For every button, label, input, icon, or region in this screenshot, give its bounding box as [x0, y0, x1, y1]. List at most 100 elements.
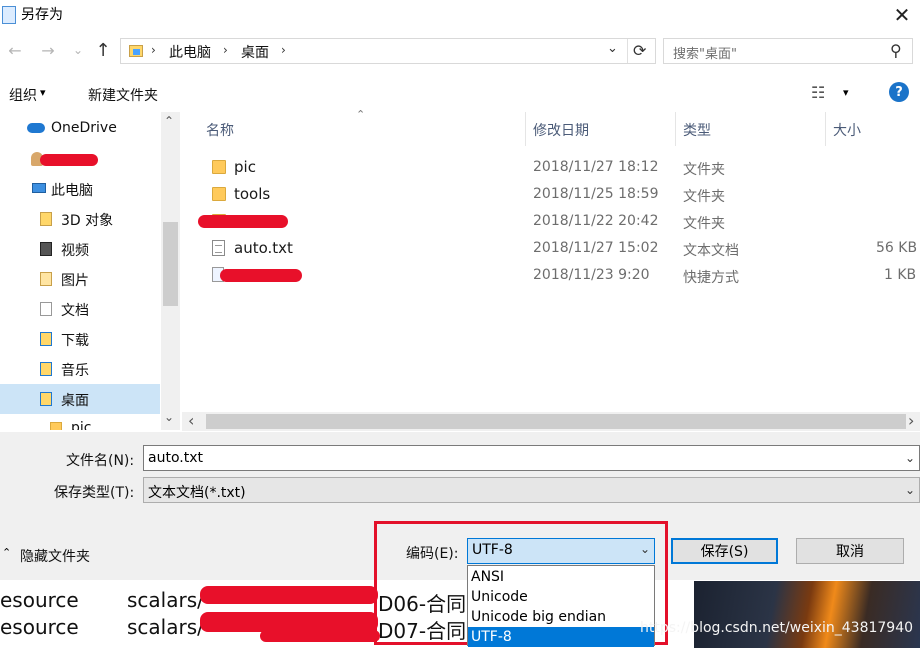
sidebar-item-label: 视频 [61, 243, 89, 259]
sidebar-item-label: pic [71, 420, 92, 430]
back-button[interactable]: ← [3, 38, 27, 62]
refresh-icon[interactable]: ⟳ [633, 41, 646, 60]
download-icon [40, 332, 52, 346]
sidebar-item-label: 图片 [61, 273, 89, 289]
file-type: 文件夹 [683, 216, 725, 232]
chevron-down-icon[interactable]: ⌄ [640, 542, 650, 556]
background-text: D07-合同 [378, 619, 467, 643]
sidebar-item-label: 3D 对象 [61, 213, 114, 229]
sidebar-item-downloads[interactable]: 下载 [0, 324, 160, 354]
search-input[interactable]: 搜索"桌面" [673, 43, 737, 62]
file-row[interactable]: auto.txt 2018/11/27 15:02 文本文档 56 KB [182, 235, 920, 262]
breadcrumb-item-desktop[interactable]: 桌面 [241, 42, 269, 62]
encoding-select[interactable]: UTF-8 ⌄ [467, 538, 655, 564]
sidebar-item-video[interactable]: 视频 [0, 234, 160, 264]
redaction-mark [220, 269, 302, 282]
sidebar-item-label: 音乐 [61, 363, 89, 379]
notepad-icon [2, 6, 16, 24]
encoding-dropdown-list: ANSI Unicode Unicode big endian UTF-8 [467, 565, 655, 647]
column-date-modified[interactable]: 修改日期 [533, 120, 589, 140]
encoding-option-ansi[interactable]: ANSI [468, 567, 654, 587]
file-size: 56 KB [876, 240, 918, 256]
column-size[interactable]: 大小 [833, 120, 861, 140]
sidebar-item-label: 此电脑 [51, 183, 93, 199]
encoding-option-unicode-big-endian[interactable]: Unicode big endian [468, 607, 654, 627]
divider [627, 39, 628, 63]
computer-icon [32, 183, 46, 193]
sidebar-item-label: 桌面 [61, 393, 89, 409]
new-folder-button[interactable]: 新建文件夹 [88, 85, 158, 105]
search-box[interactable]: 搜索"桌面" ⚲ [663, 38, 913, 64]
organize-button[interactable]: 组织 [9, 85, 37, 105]
encoding-option-unicode[interactable]: Unicode [468, 587, 654, 607]
redaction-mark [40, 154, 98, 166]
file-date: 2018/11/25 18:59 [533, 186, 659, 202]
sidebar-scroll-thumb[interactable] [163, 222, 178, 306]
breadcrumb-item-this-pc[interactable]: 此电脑 [169, 42, 211, 62]
sidebar-item-3d-objects[interactable]: 3D 对象 [0, 204, 160, 234]
breadcrumb-separator: › [223, 43, 228, 57]
file-list-scroll-thumb[interactable] [206, 414, 906, 429]
column-divider[interactable] [675, 112, 676, 146]
file-type: 文件夹 [683, 189, 725, 205]
filename-field[interactable]: auto.txt ⌄ [143, 445, 920, 471]
close-button[interactable]: ✕ [884, 0, 920, 30]
sidebar-item-pic[interactable]: pic [0, 414, 160, 430]
redaction-mark [200, 612, 378, 632]
filetype-select[interactable]: 文本文档(*.txt) ⌄ [143, 477, 920, 503]
redaction-mark [260, 630, 380, 642]
file-date: 2018/11/27 18:12 [533, 159, 659, 175]
file-row[interactable]: pic 2018/11/27 18:12 文件夹 [182, 154, 920, 181]
cancel-button[interactable]: 取消 [796, 538, 904, 564]
column-name[interactable]: 名称 [206, 120, 234, 140]
scroll-up-button[interactable]: ⌃ [164, 114, 174, 128]
address-dropdown-button[interactable]: ⌄ [607, 41, 618, 56]
scroll-down-button[interactable]: ⌄ [164, 410, 174, 424]
file-row[interactable]: tools 2018/11/25 18:59 文件夹 [182, 181, 920, 208]
3d-objects-icon [40, 212, 52, 226]
filename-value[interactable]: auto.txt [148, 450, 203, 466]
file-date: 2018/11/27 15:02 [533, 240, 659, 256]
column-type[interactable]: 类型 [683, 120, 711, 140]
column-divider[interactable] [525, 112, 526, 146]
scroll-right-button[interactable]: › [908, 411, 914, 430]
chevron-down-icon[interactable]: ⌄ [905, 451, 915, 465]
desktop-icon [40, 392, 52, 406]
recent-locations-button[interactable]: ⌄ [66, 38, 90, 62]
save-button[interactable]: 保存(S) [671, 538, 778, 564]
up-button[interactable]: ↑ [91, 38, 115, 62]
hide-folders-button[interactable]: 隐藏文件夹 [20, 546, 90, 566]
scroll-left-button[interactable]: ‹ [188, 411, 194, 430]
background-text: scalars/ [127, 588, 204, 612]
sidebar-item-desktop[interactable]: 桌面 [0, 384, 160, 414]
sidebar-item-onedrive[interactable]: OneDrive [0, 114, 160, 144]
file-row[interactable]: 2018/11/23 9:20 快捷方式 1 KB [182, 262, 920, 289]
address-bar[interactable]: › 此电脑 › 桌面 › ⌄ ⟳ [120, 38, 656, 64]
help-icon[interactable]: ? [889, 82, 909, 102]
sidebar-item-documents[interactable]: 文档 [0, 294, 160, 324]
file-name: auto.txt [234, 239, 293, 257]
file-row[interactable]: 2018/11/22 20:42 文件夹 [182, 208, 920, 235]
view-options-icon[interactable]: ☷ [811, 83, 825, 102]
video-icon [40, 242, 52, 256]
encoding-value: UTF-8 [472, 542, 513, 558]
folder-icon [50, 422, 62, 430]
sidebar-item-label: 文档 [61, 303, 89, 319]
chevron-down-icon[interactable]: ⌄ [905, 483, 915, 497]
sidebar-item-music[interactable]: 音乐 [0, 354, 160, 384]
redaction-mark [198, 215, 288, 228]
redaction-mark [200, 586, 378, 604]
toolbar: 组织 ▾ 新建文件夹 ☷ ▾ [0, 78, 920, 108]
hide-folders-chevron-icon[interactable]: ⌃ [2, 546, 11, 559]
search-icon[interactable]: ⚲ [890, 41, 902, 60]
column-divider[interactable] [825, 112, 826, 146]
encoding-option-utf8[interactable]: UTF-8 [468, 627, 654, 647]
file-name: tools [234, 185, 271, 203]
forward-button[interactable]: → [36, 38, 60, 62]
sidebar-item-user[interactable] [0, 144, 160, 174]
view-dropdown-icon[interactable]: ▾ [843, 86, 849, 99]
sort-arrow-icon: ⌃ [356, 108, 366, 121]
sidebar-item-pictures[interactable]: 图片 [0, 264, 160, 294]
encoding-label: 编码(E): [406, 546, 459, 562]
sidebar-item-this-pc[interactable]: 此电脑 [0, 174, 160, 204]
